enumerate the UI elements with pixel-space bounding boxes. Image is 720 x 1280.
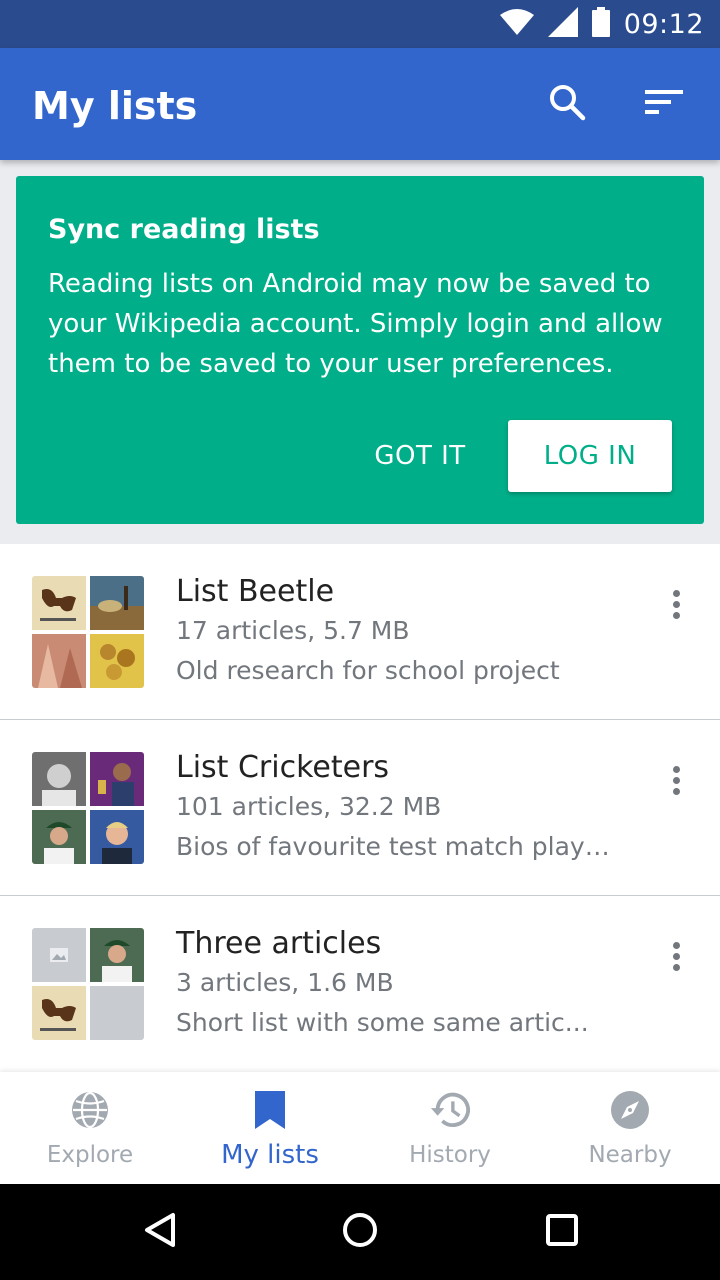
history-icon [430,1090,470,1130]
sort-button[interactable] [640,80,688,128]
status-time: 09:12 [623,8,704,40]
list-thumbnails [32,928,144,1040]
reading-lists: List Beetle 17 articles, 5.7 MB Old rese… [0,544,720,1072]
search-button[interactable] [543,80,591,128]
page-title: My lists [32,84,198,128]
nav-label: History [409,1142,491,1168]
nav-nearby[interactable]: Nearby [540,1072,720,1184]
bookmark-icon [250,1090,290,1130]
thumbnail-pipe-painting [32,986,86,1040]
nav-label: Nearby [588,1142,672,1168]
thumbnail-portrait-trophy [90,752,144,806]
list-title: List Beetle [176,574,335,609]
search-icon [548,83,586,126]
compass-icon [610,1090,650,1130]
card-title: Sync reading lists [48,214,320,245]
list-item[interactable]: List Cricketers 101 articles, 32.2 MB Bi… [0,720,720,896]
sort-icon [645,88,683,121]
empty-thumbnail [90,986,144,1040]
list-stats: 3 articles, 1.6 MB [176,968,394,997]
app-bar: My lists [0,48,720,160]
list-stats: 17 articles, 5.7 MB [176,616,410,645]
list-item[interactable]: List Beetle 17 articles, 5.7 MB Old rese… [0,544,720,720]
list-title: List Cricketers [176,750,390,785]
list-description: Bios of favourite test match play… [176,832,610,861]
got-it-button[interactable]: GOT IT [360,420,480,492]
globe-icon [70,1090,110,1130]
nav-label: Explore [46,1142,134,1168]
thumbnail-portrait-blond [90,810,144,864]
card-body: Reading lists on Android may now be save… [48,269,663,379]
wifi-icon [499,8,534,40]
home-circle-icon [342,1212,378,1253]
nav-history[interactable]: History [360,1072,540,1184]
thumbnail-portrait-cap [32,810,86,864]
battery-icon [591,6,610,42]
thumbnail-clocks-painting [90,576,144,630]
thumbnail-portrait-cap [90,928,144,982]
list-description: Old research for school project [176,656,560,685]
list-description: Short list with some same artic... [176,1008,589,1037]
recents-button[interactable] [538,1208,586,1256]
nav-my-lists[interactable]: My lists [180,1072,360,1184]
bottom-navigation: Explore My lists History Nearby [0,1072,720,1184]
sync-reading-lists-card: Sync reading lists Reading lists on Andr… [16,176,704,524]
cell-signal-icon [547,6,578,42]
recents-square-icon [545,1213,579,1252]
list-stats: 101 articles, 32.2 MB [176,792,442,821]
image-placeholder-icon [32,928,86,982]
more-options-button[interactable] [656,580,696,628]
status-icons: 09:12 [499,0,704,48]
nav-label: My lists [221,1140,319,1170]
system-navigation-bar [0,1184,720,1280]
back-button[interactable] [136,1208,184,1256]
list-thumbnails [32,752,144,864]
thumbnail-pipe-painting [32,576,86,630]
list-thumbnails [32,576,144,688]
thumbnail-figures-painting [32,634,86,688]
thumbnail-portrait-bw [32,752,86,806]
back-triangle-icon [143,1212,177,1253]
more-options-button[interactable] [656,932,696,980]
home-button[interactable] [336,1208,384,1256]
list-title: Three articles [176,926,382,961]
log-in-button[interactable]: LOG IN [508,420,672,492]
nav-explore[interactable]: Explore [0,1072,180,1184]
status-bar: 09:12 [0,0,720,48]
thumbnail-sunflowers-painting [90,634,144,688]
list-item[interactable]: Three articles 3 articles, 1.6 MB Short … [0,896,720,1072]
more-options-button[interactable] [656,756,696,804]
